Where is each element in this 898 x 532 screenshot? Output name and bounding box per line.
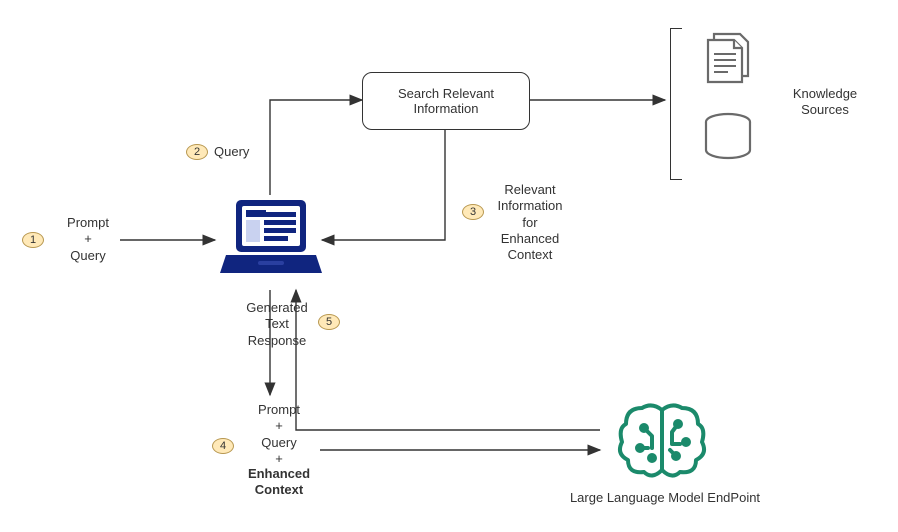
- search-box: Search Relevant Information: [362, 72, 530, 130]
- step-3-badge: 3: [462, 204, 484, 220]
- search-box-label: Search Relevant Information: [398, 86, 494, 116]
- step-2-num: 2: [194, 146, 200, 158]
- label-relevant-info: Relevant Information for Enhanced Contex…: [490, 182, 570, 263]
- label-knowledge-sources: Knowledge Sources: [780, 86, 870, 119]
- step-5-num: 5: [326, 316, 332, 328]
- step-2-badge: 2: [186, 144, 208, 160]
- knowledge-bracket: [670, 28, 682, 180]
- label-generated: Generated Text Response: [242, 300, 312, 349]
- step-4-num: 4: [220, 440, 226, 452]
- label-query: Query: [214, 144, 249, 160]
- step-3-num: 3: [470, 206, 476, 218]
- label-pqc-pre: Prompt + Query +: [244, 402, 314, 467]
- step-1-badge: 1: [22, 232, 44, 248]
- laptop-icon: [218, 195, 323, 288]
- database-icon: [700, 110, 756, 169]
- step-4-badge: 4: [212, 438, 234, 454]
- label-enhanced-context: Enhanced Context: [244, 466, 314, 499]
- step-1-num: 1: [30, 234, 36, 246]
- documents-icon: [698, 30, 758, 93]
- label-llm-endpoint: Large Language Model EndPoint: [560, 490, 770, 506]
- brain-chip-icon: [612, 398, 712, 487]
- step-5-badge: 5: [318, 314, 340, 330]
- label-prompt-query: Prompt + Query: [58, 215, 118, 264]
